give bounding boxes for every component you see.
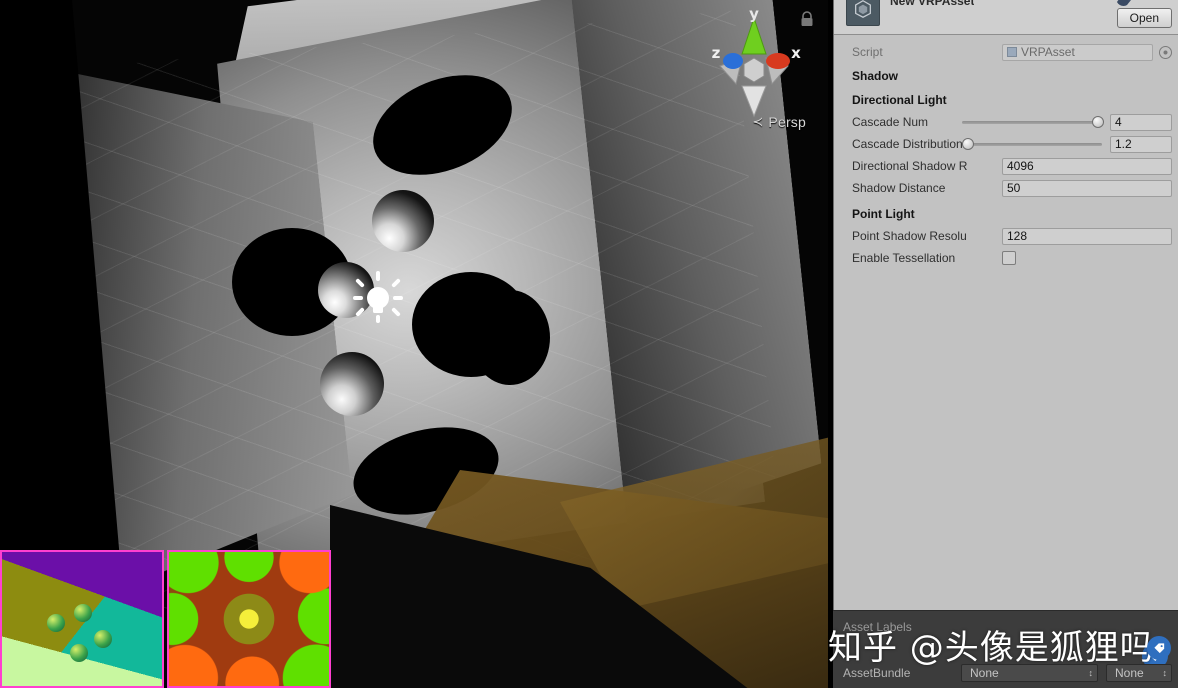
row-point-shadow-resolution: Point Shadow Resolu 128 [852, 227, 1172, 245]
enable-tessellation-label: Enable Tessellation [852, 251, 956, 265]
debug-thumbnail-strip [0, 550, 331, 688]
script-row: Script VRPAsset [852, 43, 1172, 61]
slider-track [962, 143, 1102, 146]
cascade-num-slider[interactable] [962, 115, 1104, 129]
inspector-panel: New VRPAsset Open Script VRPAsset Shadow… [833, 0, 1178, 688]
row-enable-tessellation: Enable Tessellation [852, 249, 1172, 267]
asset-labels-bar: Asset Labels AssetBundle None ↕ None ↕ [833, 610, 1178, 688]
assetbundle-variant-dropdown[interactable]: None ↕ [1106, 664, 1172, 682]
asset-labels-title: Asset Labels [843, 620, 912, 634]
shadow-distance-label: Shadow Distance [852, 181, 946, 195]
directional-shadow-resolution-field[interactable]: 4096 [1002, 157, 1172, 175]
scene-view[interactable]: y x z ≺ Persp [0, 0, 828, 688]
row-shadow-distance: Shadow Distance 50 [852, 179, 1172, 197]
script-label: Script [852, 45, 883, 59]
point-shadow-resolution-label: Point Shadow Resolu [852, 229, 967, 243]
cascade-distribution-slider[interactable] [962, 137, 1102, 151]
enable-tessellation-checkbox[interactable] [1002, 251, 1016, 265]
svg-text:x: x [791, 44, 801, 62]
projection-mode-text: Persp [768, 114, 806, 130]
debug-thumbnail-gbuffer[interactable] [0, 550, 164, 688]
unity-logo-icon [846, 0, 880, 26]
object-picker-icon[interactable] [1159, 45, 1172, 59]
assetbundle-label: AssetBundle [843, 666, 911, 680]
projection-mode-label[interactable]: ≺ Persp [752, 114, 806, 130]
script-value: VRPAsset [1021, 45, 1075, 59]
inspector-body: Script VRPAsset Shadow Directional Light… [834, 35, 1178, 267]
assetbundle-row: AssetBundle None ↕ None ↕ [843, 664, 1172, 682]
inspector-title: New VRPAsset [890, 0, 975, 8]
cascade-num-label: Cascade Num [852, 115, 929, 129]
thumb-sphere [74, 604, 92, 622]
unity-editor-window: y x z ≺ Persp New VRPAsset Open Script V… [0, 0, 1178, 688]
script-file-icon [1007, 47, 1017, 57]
svg-text:y: y [749, 6, 759, 23]
row-cascade-num: Cascade Num 4 [852, 113, 1172, 131]
inspector-header: New VRPAsset Open [834, 0, 1178, 35]
shadow-blob-right-2 [470, 290, 550, 385]
slider-knob[interactable] [1092, 116, 1104, 128]
thumb-sphere [47, 614, 65, 632]
zhihu-tag-icon [1147, 636, 1171, 660]
cascade-distribution-value[interactable]: 1.2 [1110, 135, 1172, 153]
section-heading-directional-light: Directional Light [852, 93, 947, 107]
point-light-icon[interactable] [352, 270, 404, 324]
chevron-updown-icon: ↕ [1088, 667, 1094, 678]
chevron-updown-icon: ↕ [1162, 667, 1168, 678]
assetbundle-name-value: None [970, 666, 999, 680]
debug-thumbnail-lightmap[interactable] [167, 550, 331, 688]
script-object-field[interactable]: VRPAsset [1002, 43, 1153, 61]
thumb-sphere [94, 630, 112, 648]
row-directional-shadow-resolution: Directional Shadow R 4096 [852, 157, 1172, 175]
slider-track [962, 121, 1102, 124]
directional-shadow-resolution-label: Directional Shadow R [852, 159, 968, 173]
assetbundle-name-dropdown[interactable]: None ↕ [961, 664, 1098, 682]
scene-axis-gizmo[interactable]: y x z [702, 5, 806, 126]
point-shadow-resolution-field[interactable]: 128 [1002, 227, 1172, 245]
shadow-distance-field[interactable]: 50 [1002, 179, 1172, 197]
open-button[interactable]: Open [1116, 8, 1172, 28]
section-heading-point-light: Point Light [852, 207, 915, 221]
cascade-num-value[interactable]: 4 [1110, 113, 1172, 131]
lit-sphere-bottom [320, 352, 384, 416]
thumb-sphere [70, 644, 88, 662]
svg-text:z: z [712, 44, 721, 62]
section-heading-shadow: Shadow [852, 69, 899, 83]
row-cascade-distribution: Cascade Distribution 1.2 [852, 135, 1172, 153]
slider-knob[interactable] [962, 138, 974, 150]
cascade-distribution-label: Cascade Distribution [852, 137, 962, 151]
assetbundle-variant-value: None [1115, 666, 1144, 680]
lit-sphere-top [372, 190, 434, 252]
projection-caret: ≺ [752, 114, 764, 129]
